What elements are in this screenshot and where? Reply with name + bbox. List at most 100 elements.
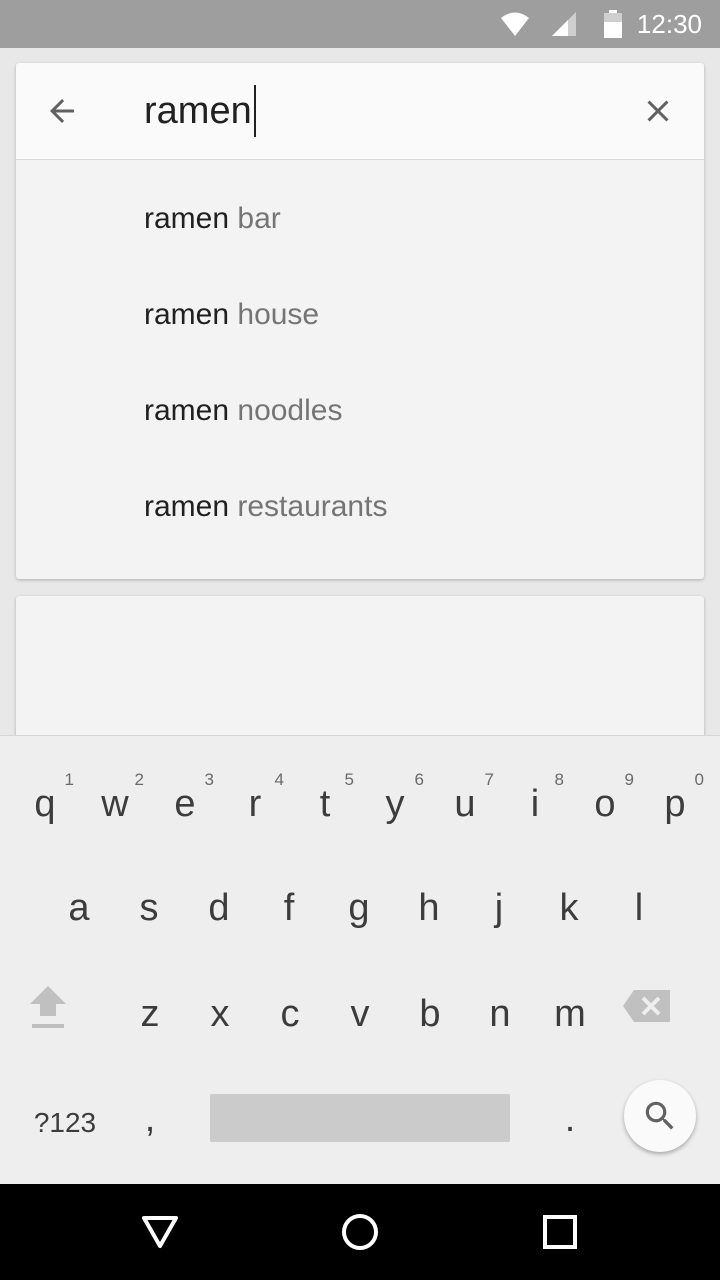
key-label: d <box>208 887 230 929</box>
suggestion-completion: restaurants <box>229 490 388 523</box>
search-input[interactable]: ramen <box>144 81 256 141</box>
key-label: h <box>418 887 440 929</box>
key-label: c <box>280 993 300 1035</box>
key-label: u <box>454 783 476 825</box>
search-bar: ramen <box>16 63 704 160</box>
key-label: b <box>419 993 441 1035</box>
clear-button[interactable] <box>634 87 682 135</box>
arrow-back-icon <box>50 99 74 123</box>
key-label: r <box>248 783 262 825</box>
suggestion-query: ramen <box>144 298 230 331</box>
key-q[interactable]: 1q <box>10 736 80 836</box>
key-p[interactable]: 0p <box>640 736 710 836</box>
key-v[interactable]: v <box>325 992 395 1042</box>
key-label: v <box>350 993 370 1035</box>
key-label: k <box>559 887 579 929</box>
key-j[interactable]: j <box>464 886 534 936</box>
space-key[interactable] <box>210 1094 510 1142</box>
key-label: q <box>34 783 56 825</box>
suggestion-query: ramen <box>144 202 230 235</box>
key-label: p <box>664 783 686 825</box>
status-bar: 12:30 <box>0 0 720 48</box>
key-label: f <box>283 887 295 929</box>
suggestion-text: ramen noodles <box>144 394 342 428</box>
key-label: a <box>68 887 90 929</box>
key-m[interactable]: m <box>535 992 605 1042</box>
key-label: j <box>494 887 504 929</box>
key-x[interactable]: x <box>185 992 255 1042</box>
key-i[interactable]: 8i <box>500 736 570 836</box>
key-c[interactable]: c <box>255 992 325 1042</box>
key-label: x <box>210 993 230 1035</box>
symbols-key[interactable]: ?123 <box>20 1098 110 1148</box>
key-b[interactable]: b <box>395 992 465 1042</box>
backspace-icon <box>623 990 670 1022</box>
key-g[interactable]: g <box>324 886 394 936</box>
suggestion-item[interactable]: ramen restaurants <box>16 459 704 555</box>
suggestion-completion: noodles <box>229 394 343 427</box>
key-e[interactable]: 3e <box>150 736 220 836</box>
status-time: 12:30 <box>636 9 702 39</box>
wifi-icon <box>501 12 529 36</box>
key-label: n <box>489 993 511 1035</box>
suggestion-item[interactable]: ramen bar <box>16 171 704 267</box>
suggestion-text: ramen restaurants <box>144 490 387 524</box>
key-o[interactable]: 9o <box>570 736 640 836</box>
keyboard: 1q 2w 3e 4r 5t 6y 7u 8i 9o 0p a s d f g … <box>0 735 720 1185</box>
key-a[interactable]: a <box>44 886 114 936</box>
key-l[interactable]: l <box>604 886 674 936</box>
comma-key[interactable]: , <box>120 1094 180 1144</box>
backspace-key[interactable] <box>622 988 692 1048</box>
key-u[interactable]: 7u <box>430 736 500 836</box>
shift-icon <box>30 986 66 1028</box>
nav-home-button[interactable] <box>336 1208 384 1256</box>
nav-back-button[interactable] <box>136 1208 184 1256</box>
suggestion-text: ramen bar <box>144 202 281 236</box>
search-card: ramen ramen bar ramen house ramen noodle… <box>16 63 704 579</box>
suggestion-completion: bar <box>229 202 281 235</box>
key-w[interactable]: 2w <box>80 736 150 836</box>
period-key[interactable]: . <box>540 1094 600 1144</box>
circle-home-icon <box>342 1214 378 1250</box>
suggestion-item[interactable]: ramen house <box>16 267 704 363</box>
key-r[interactable]: 4r <box>220 736 290 836</box>
key-label: e <box>174 783 196 825</box>
suggestion-query: ramen <box>144 394 230 427</box>
search-icon <box>645 1101 674 1130</box>
square-recents-icon <box>543 1215 577 1249</box>
suggestion-item[interactable]: ramen noodles <box>16 363 704 459</box>
battery-icon <box>604 10 622 38</box>
shift-key[interactable] <box>28 984 98 1054</box>
suggestion-query: ramen <box>144 490 230 523</box>
key-label: m <box>554 993 586 1035</box>
key-label: z <box>140 993 160 1035</box>
key-label: t <box>319 783 331 825</box>
key-k[interactable]: k <box>534 886 604 936</box>
search-key[interactable] <box>624 1080 696 1152</box>
key-label: w <box>101 783 129 825</box>
key-label: y <box>385 783 405 825</box>
key-f[interactable]: f <box>254 886 324 936</box>
key-h[interactable]: h <box>394 886 464 936</box>
key-label: o <box>594 783 616 825</box>
back-button[interactable] <box>38 87 86 135</box>
triangle-back-icon <box>142 1216 178 1248</box>
key-y[interactable]: 6y <box>360 736 430 836</box>
nav-recents-button[interactable] <box>536 1208 584 1256</box>
text-cursor <box>253 85 256 137</box>
suggestion-text: ramen house <box>144 298 319 332</box>
key-label: g <box>348 887 370 929</box>
key-d[interactable]: d <box>184 886 254 936</box>
key-n[interactable]: n <box>465 992 535 1042</box>
key-label: s <box>139 887 159 929</box>
suggestion-completion: house <box>229 298 320 331</box>
key-label: i <box>530 783 540 825</box>
search-query-text: ramen <box>144 90 252 132</box>
navigation-bar <box>0 1184 720 1280</box>
signal-icon <box>552 12 576 36</box>
key-t[interactable]: 5t <box>290 736 360 836</box>
close-icon <box>647 100 669 122</box>
key-z[interactable]: z <box>115 992 185 1042</box>
key-s[interactable]: s <box>114 886 184 936</box>
key-label: l <box>634 887 644 929</box>
